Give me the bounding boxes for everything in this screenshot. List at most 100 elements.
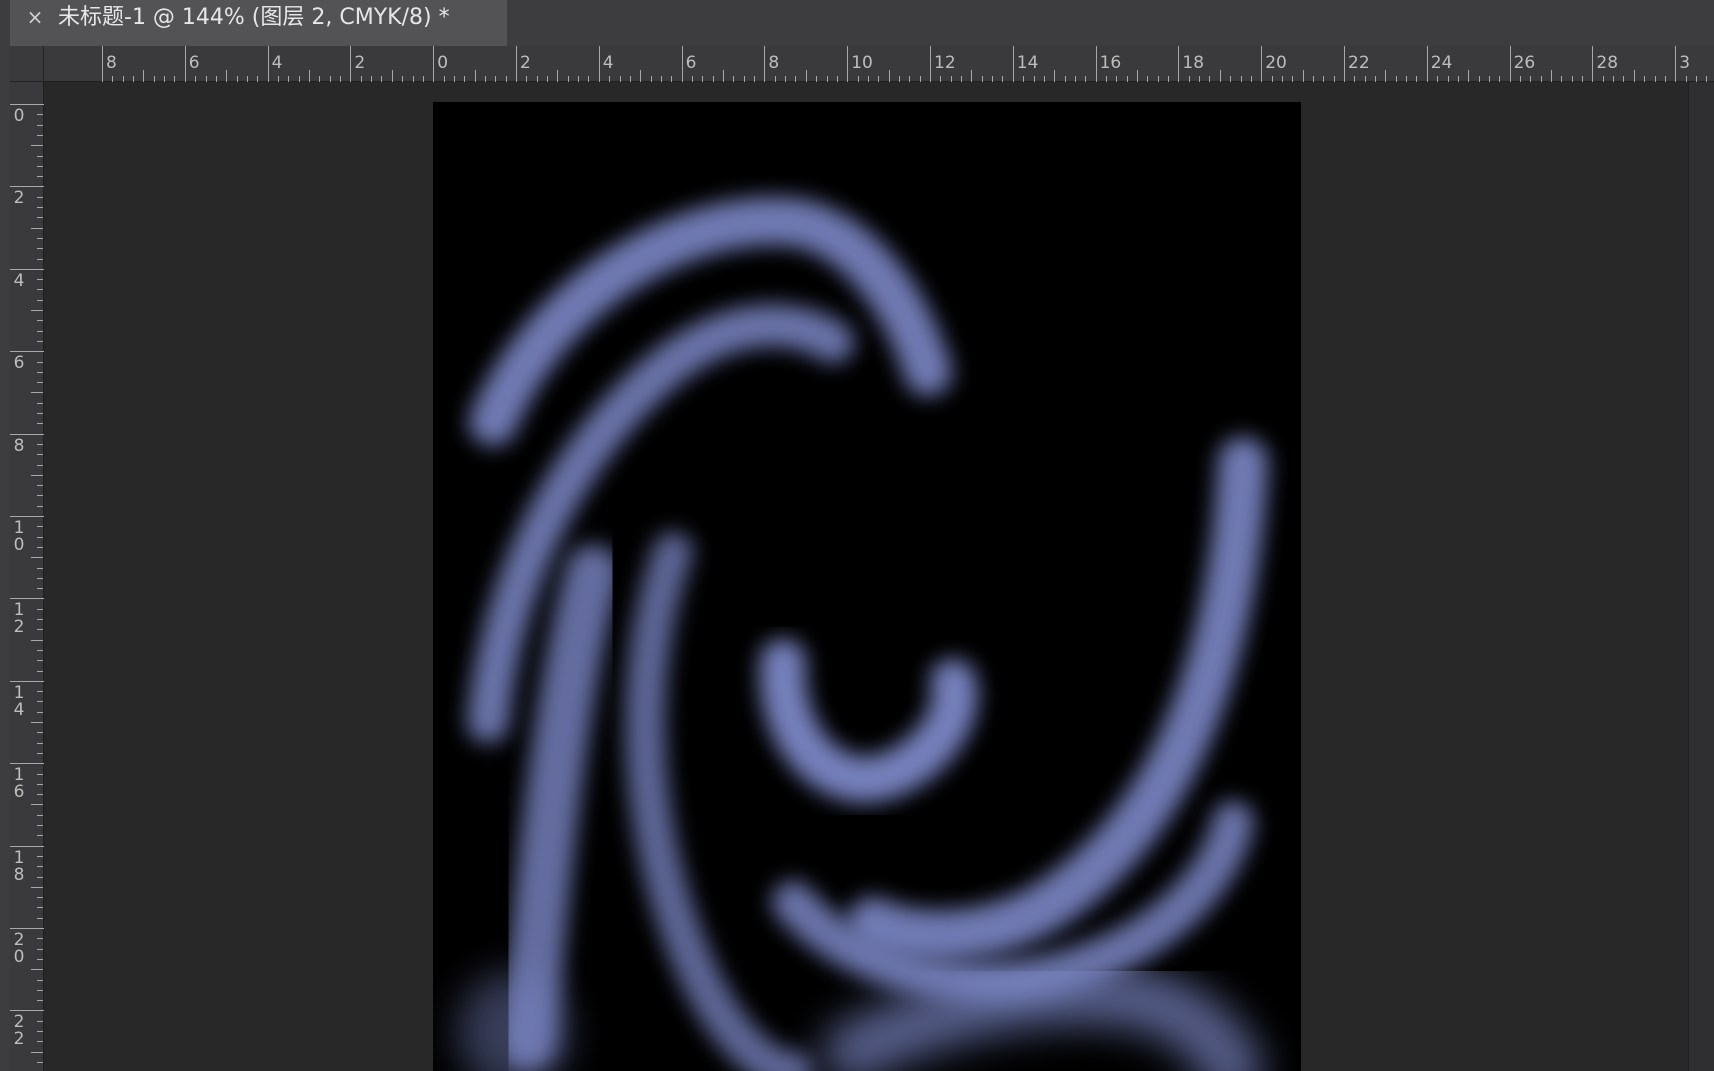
ruler-label: 8	[13, 435, 25, 456]
document-canvas[interactable]	[433, 102, 1301, 1071]
ruler-major-tick	[1261, 46, 1263, 82]
ruler-minor-tick	[37, 289, 43, 291]
ruler-label: 3	[1679, 53, 1691, 73]
ruler-minor-tick	[1551, 70, 1552, 82]
ruler-minor-tick	[37, 320, 43, 322]
ruler-major-tick	[10, 186, 44, 188]
ruler-minor-tick	[37, 526, 43, 528]
ruler-minor-tick	[888, 70, 890, 82]
ruler-minor-tick	[37, 1020, 43, 1022]
ruler-minor-tick	[1385, 70, 1387, 82]
ruler-major-tick	[516, 46, 517, 82]
ruler-label: 20	[1265, 53, 1287, 73]
ruler-minor-tick	[31, 392, 43, 394]
ruler-minor-tick	[37, 454, 43, 456]
ruler-minor-tick	[37, 423, 43, 425]
ruler-minor-tick	[309, 70, 310, 82]
ruler-major-tick	[1509, 46, 1511, 82]
ruler-minor-tick	[37, 330, 43, 332]
ruler-minor-tick	[1219, 70, 1221, 82]
ruler-origin-corner[interactable]	[10, 46, 44, 82]
ruler-minor-tick	[1054, 70, 1056, 82]
ruler-minor-tick	[31, 310, 43, 311]
ruler-label: 10	[851, 53, 873, 73]
ruler-minor-tick	[37, 207, 43, 208]
ruler-minor-tick	[37, 732, 43, 734]
ruler-major-tick	[184, 46, 186, 82]
vertical-ruler[interactable]: 0 2 4 6 8 10 12 14 16 18 20 22	[10, 82, 44, 1071]
right-panel-edge	[1688, 82, 1714, 1071]
ruler-minor-tick	[37, 114, 43, 116]
ruler-major-tick	[930, 46, 931, 82]
ruler-minor-tick	[37, 248, 43, 250]
ruler-major-tick	[433, 46, 435, 82]
ruler-minor-tick	[37, 958, 43, 960]
ruler-label: 0	[437, 53, 449, 73]
ruler-minor-tick	[805, 70, 807, 82]
ruler-major-tick	[10, 928, 44, 929]
ruler-minor-tick	[37, 814, 43, 816]
ruler-minor-tick	[37, 258, 43, 260]
ruler-label: 26	[1513, 53, 1536, 73]
ruler-minor-tick	[37, 897, 43, 899]
swirl-artwork	[458, 197, 1268, 1071]
swirl-band-bottom	[823, 964, 1263, 1071]
ruler-label: 14	[13, 682, 25, 720]
ruler-minor-tick	[37, 794, 43, 796]
ruler-minor-tick	[37, 546, 43, 548]
ruler-minor-tick	[37, 237, 43, 239]
ruler-minor-tick	[37, 649, 43, 651]
ruler-label: 6	[13, 353, 25, 374]
ruler-label: 18	[1182, 53, 1205, 73]
ruler-label: 18	[13, 847, 25, 885]
ruler-minor-tick	[31, 969, 43, 971]
ruler-minor-tick	[37, 124, 43, 126]
ruler-minor-tick	[37, 413, 43, 414]
horizontal-ruler[interactable]: 8 6 4 2 0 2 4 6 8 10 12 14 16 18 20 22 24 26 28 3	[44, 46, 1714, 82]
ruler-minor-tick	[37, 536, 43, 538]
ruler-minor-tick	[37, 979, 43, 981]
ruler-minor-tick	[37, 340, 43, 342]
ruler-major-tick	[267, 46, 269, 82]
ruler-major-tick	[10, 845, 44, 847]
ruler-minor-tick	[37, 361, 43, 363]
ruler-label: 4	[271, 53, 283, 73]
ruler-major-tick	[10, 598, 44, 600]
ruler-major-tick	[764, 46, 766, 82]
ruler-minor-tick	[37, 279, 43, 281]
ruler-minor-tick	[37, 588, 43, 590]
ruler-minor-tick	[37, 165, 43, 167]
ruler-minor-tick	[37, 1061, 43, 1063]
ruler-minor-tick	[1302, 70, 1304, 82]
ruler-major-tick	[598, 46, 600, 82]
ruler-minor-tick	[37, 443, 43, 445]
ruler-minor-tick	[1137, 70, 1138, 82]
ruler-label: 8	[768, 53, 780, 73]
ruler-major-tick	[1344, 46, 1345, 82]
ruler-label: 12	[934, 53, 956, 73]
ruler-minor-tick	[37, 1041, 43, 1043]
ruler-minor-tick	[31, 639, 43, 641]
ruler-minor-tick	[37, 567, 43, 569]
ruler-minor-tick	[1468, 70, 1470, 82]
ruler-minor-tick	[37, 938, 43, 940]
ruler-minor-tick	[37, 495, 43, 497]
ruler-minor-tick	[37, 855, 43, 857]
ruler-minor-tick	[37, 1000, 43, 1002]
ruler-major-tick	[10, 351, 44, 353]
ruler-minor-tick	[37, 835, 43, 837]
canvas-workspace[interactable]	[44, 82, 1688, 1071]
ruler-minor-tick	[37, 825, 43, 826]
ruler-major-tick	[350, 46, 352, 82]
ruler-major-tick	[10, 433, 44, 435]
document-tab[interactable]: × 未标题-1 @ 144% (图层 2, CMYK/8) *	[10, 0, 507, 46]
ruler-minor-tick	[640, 70, 642, 82]
close-tab-icon[interactable]: ×	[24, 6, 46, 28]
ruler-major-tick	[681, 46, 683, 82]
ruler-label: 4	[13, 270, 25, 291]
ruler-minor-tick	[31, 474, 43, 476]
left-panel-edge	[0, 46, 10, 1071]
ruler-label: 8	[106, 53, 117, 73]
document-tab-bar: × 未标题-1 @ 144% (图层 2, CMYK/8) *	[0, 0, 1714, 46]
ruler-label: 14	[1016, 53, 1039, 73]
